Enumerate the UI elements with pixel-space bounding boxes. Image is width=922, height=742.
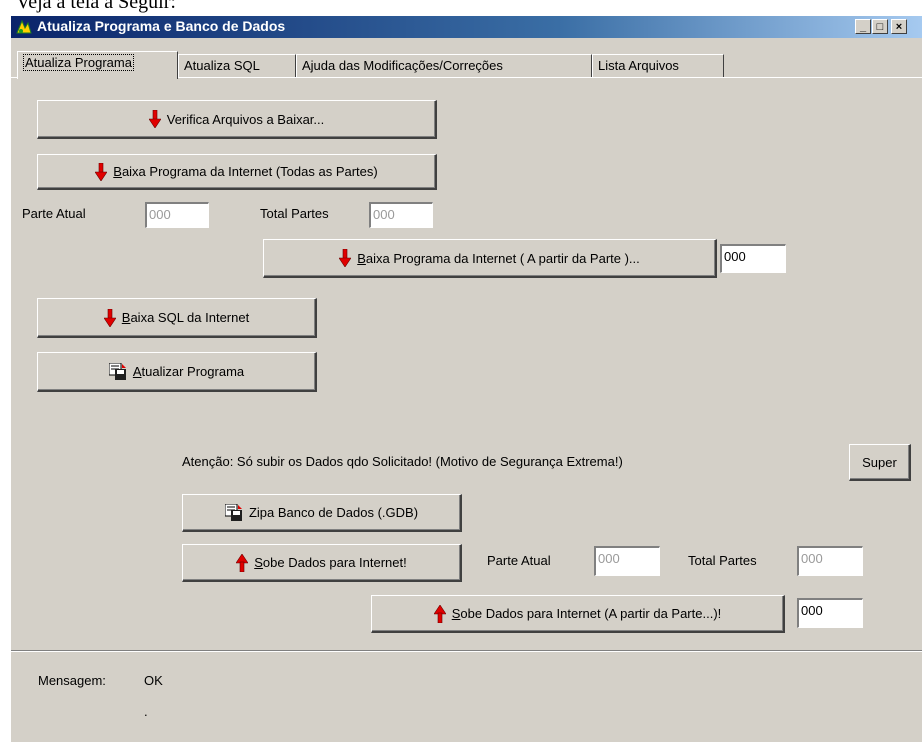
up-arrow-icon: [433, 604, 446, 623]
status-dot: .: [144, 704, 148, 719]
app-icon: [16, 19, 32, 34]
sobe-label: obe Dados para Internet!: [262, 555, 407, 570]
verifica-arquivos-label: Verifica Arquivos a Baixar...: [166, 111, 325, 127]
atualizar-label: tualizar Programa: [141, 364, 245, 379]
sobe-dados-button[interactable]: Sobe Dados para Internet!: [182, 544, 462, 582]
sobe-parte-start-field[interactable]: 000: [797, 598, 863, 628]
sobe-parte-label: obe Dados para Internet (A partir da Par…: [460, 606, 722, 621]
sobe-parte-mnemonic: S: [451, 606, 461, 621]
upload-total-partes-label: Total Partes: [688, 553, 757, 568]
tab-atualiza-sql[interactable]: Atualiza SQL: [178, 54, 296, 77]
sobe-dados-parte-button[interactable]: Sobe Dados para Internet (A partir da Pa…: [371, 595, 785, 633]
maximize-button[interactable]: □: [872, 19, 888, 34]
total-partes-label: Total Partes: [260, 206, 329, 221]
sobe-mnemonic: S: [254, 555, 263, 570]
parte-atual-field[interactable]: 000: [145, 202, 209, 228]
super-label: Super: [862, 454, 897, 470]
zipa-banco-button[interactable]: Zipa Banco de Dados (.GDB): [182, 494, 462, 532]
down-arrow-icon: [103, 308, 116, 327]
window-title: Atualiza Programa e Banco de Dados: [37, 18, 286, 34]
up-arrow-icon: [236, 553, 249, 572]
save-disk-icon: [108, 362, 126, 380]
save-disk-icon: [224, 503, 242, 521]
close-button[interactable]: ×: [891, 19, 907, 34]
atualizar-programa-button[interactable]: Atualizar Programa: [37, 352, 317, 392]
baixa-programa-todas-button[interactable]: Baixa Programa da Internet (Todas as Par…: [37, 154, 437, 190]
upload-warning-text: Atenção: Só subir os Dados qdo Solicitad…: [182, 454, 623, 469]
atualizar-mnemonic: A: [132, 364, 142, 379]
baixa-todas-label: aixa Programa da Internet (Todas as Part…: [121, 164, 378, 179]
down-arrow-icon: [148, 110, 161, 128]
zipa-label: Zipa Banco de Dados (.GDB): [248, 505, 419, 520]
status-separator: [11, 650, 922, 652]
minimize-button[interactable]: _: [855, 19, 871, 34]
baixa-todas-mnemonic: B: [113, 164, 122, 179]
baixa-parte-mnemonic: B: [357, 250, 366, 266]
parte-atual-label: Parte Atual: [22, 206, 86, 221]
down-arrow-icon: [95, 162, 108, 181]
total-partes-field[interactable]: 000: [369, 202, 433, 228]
baixa-parte-label: aixa Programa da Internet ( A partir da …: [365, 250, 640, 266]
tab-atualiza-programa[interactable]: Atualiza Programa: [17, 51, 178, 79]
baixa-parte-start-field[interactable]: 000: [720, 244, 786, 273]
upload-parte-atual-field[interactable]: 000: [594, 546, 660, 576]
upload-parte-atual-label: Parte Atual: [487, 553, 551, 568]
down-arrow-icon: [339, 249, 352, 267]
baixa-sql-button[interactable]: Baixa SQL da Internet: [37, 298, 317, 338]
baixa-programa-parte-button[interactable]: Baixa Programa da Internet ( A partir da…: [263, 239, 717, 278]
super-button[interactable]: Super: [849, 444, 911, 481]
app-window: Atualiza Programa e Banco de Dados _ □ ×…: [10, 15, 922, 742]
tab-ajuda-modificacoes[interactable]: Ajuda das Modificações/Correções: [296, 54, 592, 77]
baixa-sql-mnemonic: B: [121, 310, 131, 325]
tab-lista-arquivos[interactable]: Lista Arquivos: [592, 54, 724, 77]
document-caption: Veja a tela a Seguir:: [16, 0, 176, 13]
status-label: Mensagem:: [38, 673, 106, 688]
verifica-arquivos-button[interactable]: Verifica Arquivos a Baixar...: [37, 100, 437, 139]
title-bar: Atualiza Programa e Banco de Dados _ □ ×: [11, 16, 922, 38]
baixa-sql-label: aixa SQL da Internet: [130, 310, 250, 325]
upload-total-partes-field[interactable]: 000: [797, 546, 863, 576]
status-value: OK: [144, 673, 163, 688]
